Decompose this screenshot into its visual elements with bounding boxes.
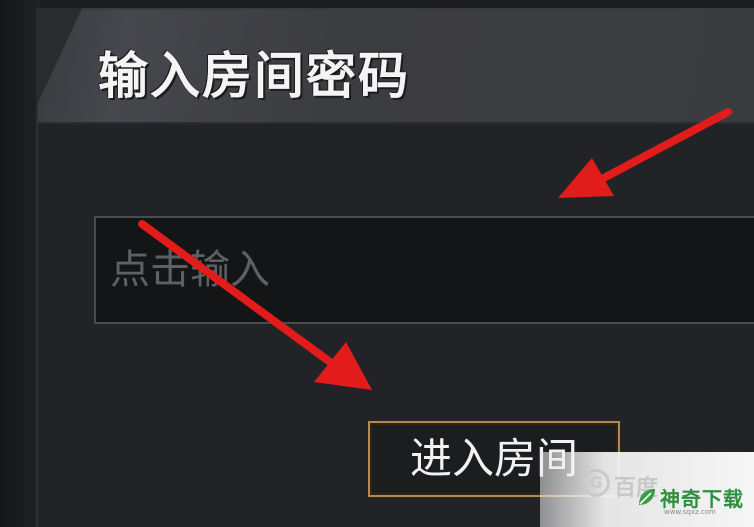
shenqi-url: www.sqxz.com (664, 508, 716, 516)
game-screen: 输入房间密码 进入房间 G 百度 神奇下载 www.sqxz.com (0, 0, 754, 527)
dialog-header: 输入房间密码 (36, 8, 754, 124)
game-backdrop (0, 0, 40, 527)
baidu-logo-icon: G (582, 469, 610, 497)
leaf-icon (639, 489, 655, 505)
room-password-input[interactable] (94, 216, 754, 324)
dialog-title: 输入房间密码 (98, 47, 410, 105)
